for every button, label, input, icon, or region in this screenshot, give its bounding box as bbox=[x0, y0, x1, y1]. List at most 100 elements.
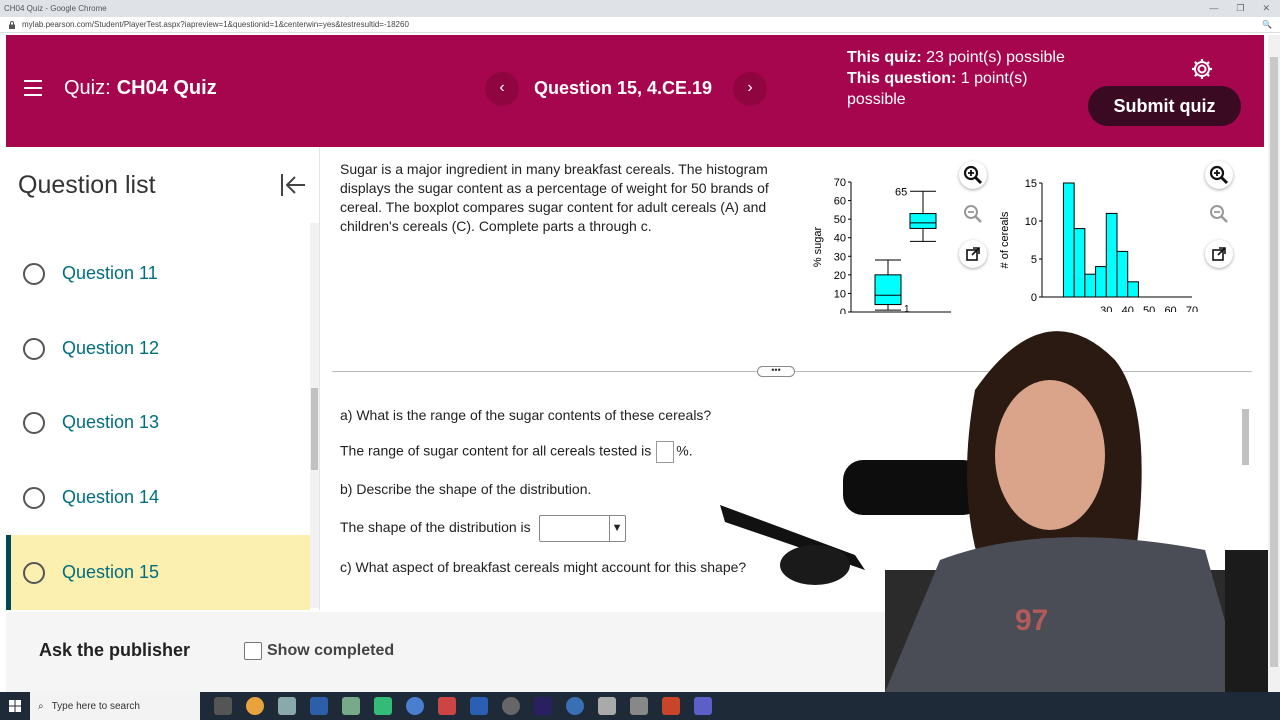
open-in-new-window-icon[interactable] bbox=[1205, 240, 1233, 268]
app-icon[interactable] bbox=[374, 697, 392, 715]
zoom-icon[interactable]: 🔍 bbox=[1262, 20, 1280, 29]
dropdown-arrow-icon[interactable]: ▼ bbox=[608, 516, 625, 541]
sidebar-item-question-12[interactable]: Question 12 bbox=[6, 311, 310, 386]
radio-icon[interactable] bbox=[23, 561, 45, 584]
sidebar-item-question-14[interactable]: Question 14 bbox=[6, 460, 310, 535]
svg-text:97: 97 bbox=[1015, 604, 1048, 637]
y-tick-label: 50 bbox=[834, 214, 846, 226]
question-title: Question 15, 4.CE.19 bbox=[534, 78, 713, 98]
windows-taskbar: ⌕ Type here to search bbox=[0, 692, 1280, 720]
part-b-question: b) Describe the shape of the distributio… bbox=[340, 481, 592, 497]
powerpoint-icon[interactable] bbox=[662, 697, 680, 715]
windows-start-icon[interactable] bbox=[0, 692, 30, 720]
question-list-panel: Question list Question 11 Question 12 Qu… bbox=[6, 147, 320, 610]
y-tick-label: 30 bbox=[834, 251, 846, 263]
sidebar-item-question-13[interactable]: Question 13 bbox=[6, 385, 310, 460]
close-icon[interactable]: ✕ bbox=[1262, 3, 1270, 14]
lock-icon bbox=[9, 20, 15, 29]
y-tick-label: 60 bbox=[834, 196, 846, 208]
tab-title: CH04 Quiz - Google Chrome bbox=[4, 4, 107, 13]
y-tick-label: 20 bbox=[834, 270, 846, 282]
search-icon: ⌕ bbox=[38, 700, 44, 712]
browser-titlebar: CH04 Quiz - Google Chrome — ❐ ✕ bbox=[0, 0, 1280, 17]
radio-icon[interactable] bbox=[23, 486, 45, 509]
window-controls[interactable]: — ❐ ✕ bbox=[1209, 3, 1280, 14]
question-link[interactable]: Question 11 bbox=[62, 263, 158, 284]
histogram-bar bbox=[1062, 182, 1075, 298]
box bbox=[909, 213, 937, 229]
app-icon[interactable] bbox=[502, 697, 520, 715]
restore-icon[interactable]: ❐ bbox=[1236, 3, 1244, 14]
part-a-question: a) What is the range of the sugar conten… bbox=[340, 407, 712, 423]
zoom-out-icon[interactable] bbox=[1205, 200, 1233, 228]
boxplot-chart: 010203040506070% sugarAC651 bbox=[812, 177, 951, 314]
question-points-label: This question: bbox=[847, 70, 957, 87]
show-completed-label: Show completed bbox=[267, 642, 395, 659]
part-a-answer-row: The range of sugar content for all cerea… bbox=[340, 441, 693, 463]
radio-icon[interactable] bbox=[23, 262, 45, 285]
taskbar-search-placeholder: Type here to search bbox=[51, 700, 140, 712]
points-info: This quiz: 23 point(s) possible This que… bbox=[847, 47, 1077, 110]
show-completed-toggle[interactable]: Show completed bbox=[244, 642, 394, 660]
task-view-icon[interactable] bbox=[214, 697, 232, 715]
chrome-icon[interactable] bbox=[246, 697, 264, 715]
part-b-answer-prefix: The shape of the distribution is bbox=[340, 519, 531, 536]
range-answer-input[interactable] bbox=[656, 441, 675, 463]
histogram-bar bbox=[1105, 212, 1118, 298]
y-tick-label: 40 bbox=[834, 233, 846, 245]
photoshop-icon[interactable] bbox=[310, 697, 328, 715]
histogram-chart: 051015# of cereals3040506070% sugar bbox=[999, 178, 1198, 312]
zoom-in-icon[interactable] bbox=[959, 161, 987, 189]
question-link[interactable]: Question 12 bbox=[62, 338, 159, 359]
show-completed-checkbox[interactable] bbox=[244, 642, 262, 660]
y-tick-label: 5 bbox=[1031, 254, 1037, 266]
shape-dropdown[interactable]: ▼ bbox=[538, 515, 626, 542]
page-scrollbar[interactable] bbox=[1268, 35, 1280, 692]
part-c-question: c) What aspect of breakfast cereals migh… bbox=[340, 559, 747, 575]
histogram-bar bbox=[1127, 281, 1139, 298]
sidebar-scrollbar[interactable] bbox=[310, 223, 319, 608]
scrollbar-thumb[interactable] bbox=[1270, 57, 1278, 667]
premiere-icon[interactable] bbox=[534, 697, 552, 715]
histogram-bar bbox=[1073, 228, 1086, 298]
menu-icon[interactable] bbox=[24, 80, 42, 96]
r-icon[interactable] bbox=[406, 697, 424, 715]
y-axis-label: # of cereals bbox=[999, 211, 1011, 268]
quiz-points-label: This quiz: bbox=[847, 49, 922, 66]
quiz-name: CH04 Quiz bbox=[116, 77, 217, 99]
y-axis-label: % sugar bbox=[812, 226, 824, 267]
app-icon[interactable] bbox=[566, 697, 584, 715]
part-a-answer-suffix: %. bbox=[676, 442, 693, 459]
address-bar[interactable]: mylab.pearson.com/Student/PlayerTest.asp… bbox=[0, 17, 1280, 33]
word-icon[interactable] bbox=[470, 697, 488, 715]
scrollbar-thumb[interactable] bbox=[311, 388, 318, 470]
minimize-icon[interactable]: — bbox=[1209, 3, 1218, 14]
url-text[interactable]: mylab.pearson.com/Student/PlayerTest.asp… bbox=[22, 20, 409, 29]
collapse-panel-icon[interactable] bbox=[279, 171, 307, 199]
zoom-out-icon[interactable] bbox=[959, 200, 987, 228]
app-icon[interactable] bbox=[630, 697, 648, 715]
teams-icon[interactable] bbox=[694, 697, 712, 715]
open-in-new-window-icon[interactable] bbox=[959, 240, 987, 268]
app-icon[interactable] bbox=[438, 697, 456, 715]
next-question-button[interactable]: › bbox=[733, 72, 767, 106]
previous-question-button[interactable]: ‹ bbox=[485, 72, 519, 106]
taskbar-search-input[interactable]: ⌕ Type here to search bbox=[30, 692, 200, 720]
quiz-title: Quiz: CH04 Quiz bbox=[64, 77, 217, 100]
app-icon[interactable] bbox=[598, 697, 616, 715]
question-list-title: Question list bbox=[18, 171, 156, 199]
zoom-in-icon[interactable] bbox=[1205, 161, 1233, 189]
ask-publisher-link[interactable]: Ask the publisher bbox=[39, 640, 190, 661]
gear-icon[interactable] bbox=[1190, 57, 1214, 81]
app-icon[interactable] bbox=[278, 697, 296, 715]
radio-icon[interactable] bbox=[23, 411, 45, 434]
question-link[interactable]: Question 14 bbox=[62, 487, 159, 508]
calculator-icon[interactable] bbox=[342, 697, 360, 715]
radio-icon[interactable] bbox=[23, 337, 45, 360]
question-link[interactable]: Question 15 bbox=[62, 562, 159, 583]
sidebar-item-question-15[interactable]: Question 15 bbox=[6, 535, 310, 610]
question-link[interactable]: Question 13 bbox=[62, 412, 159, 433]
sidebar-item-question-11[interactable]: Question 11 bbox=[6, 236, 310, 311]
submit-quiz-button[interactable]: Submit quiz bbox=[1088, 86, 1241, 126]
part-a-answer-prefix: The range of sugar content for all cerea… bbox=[340, 442, 652, 459]
